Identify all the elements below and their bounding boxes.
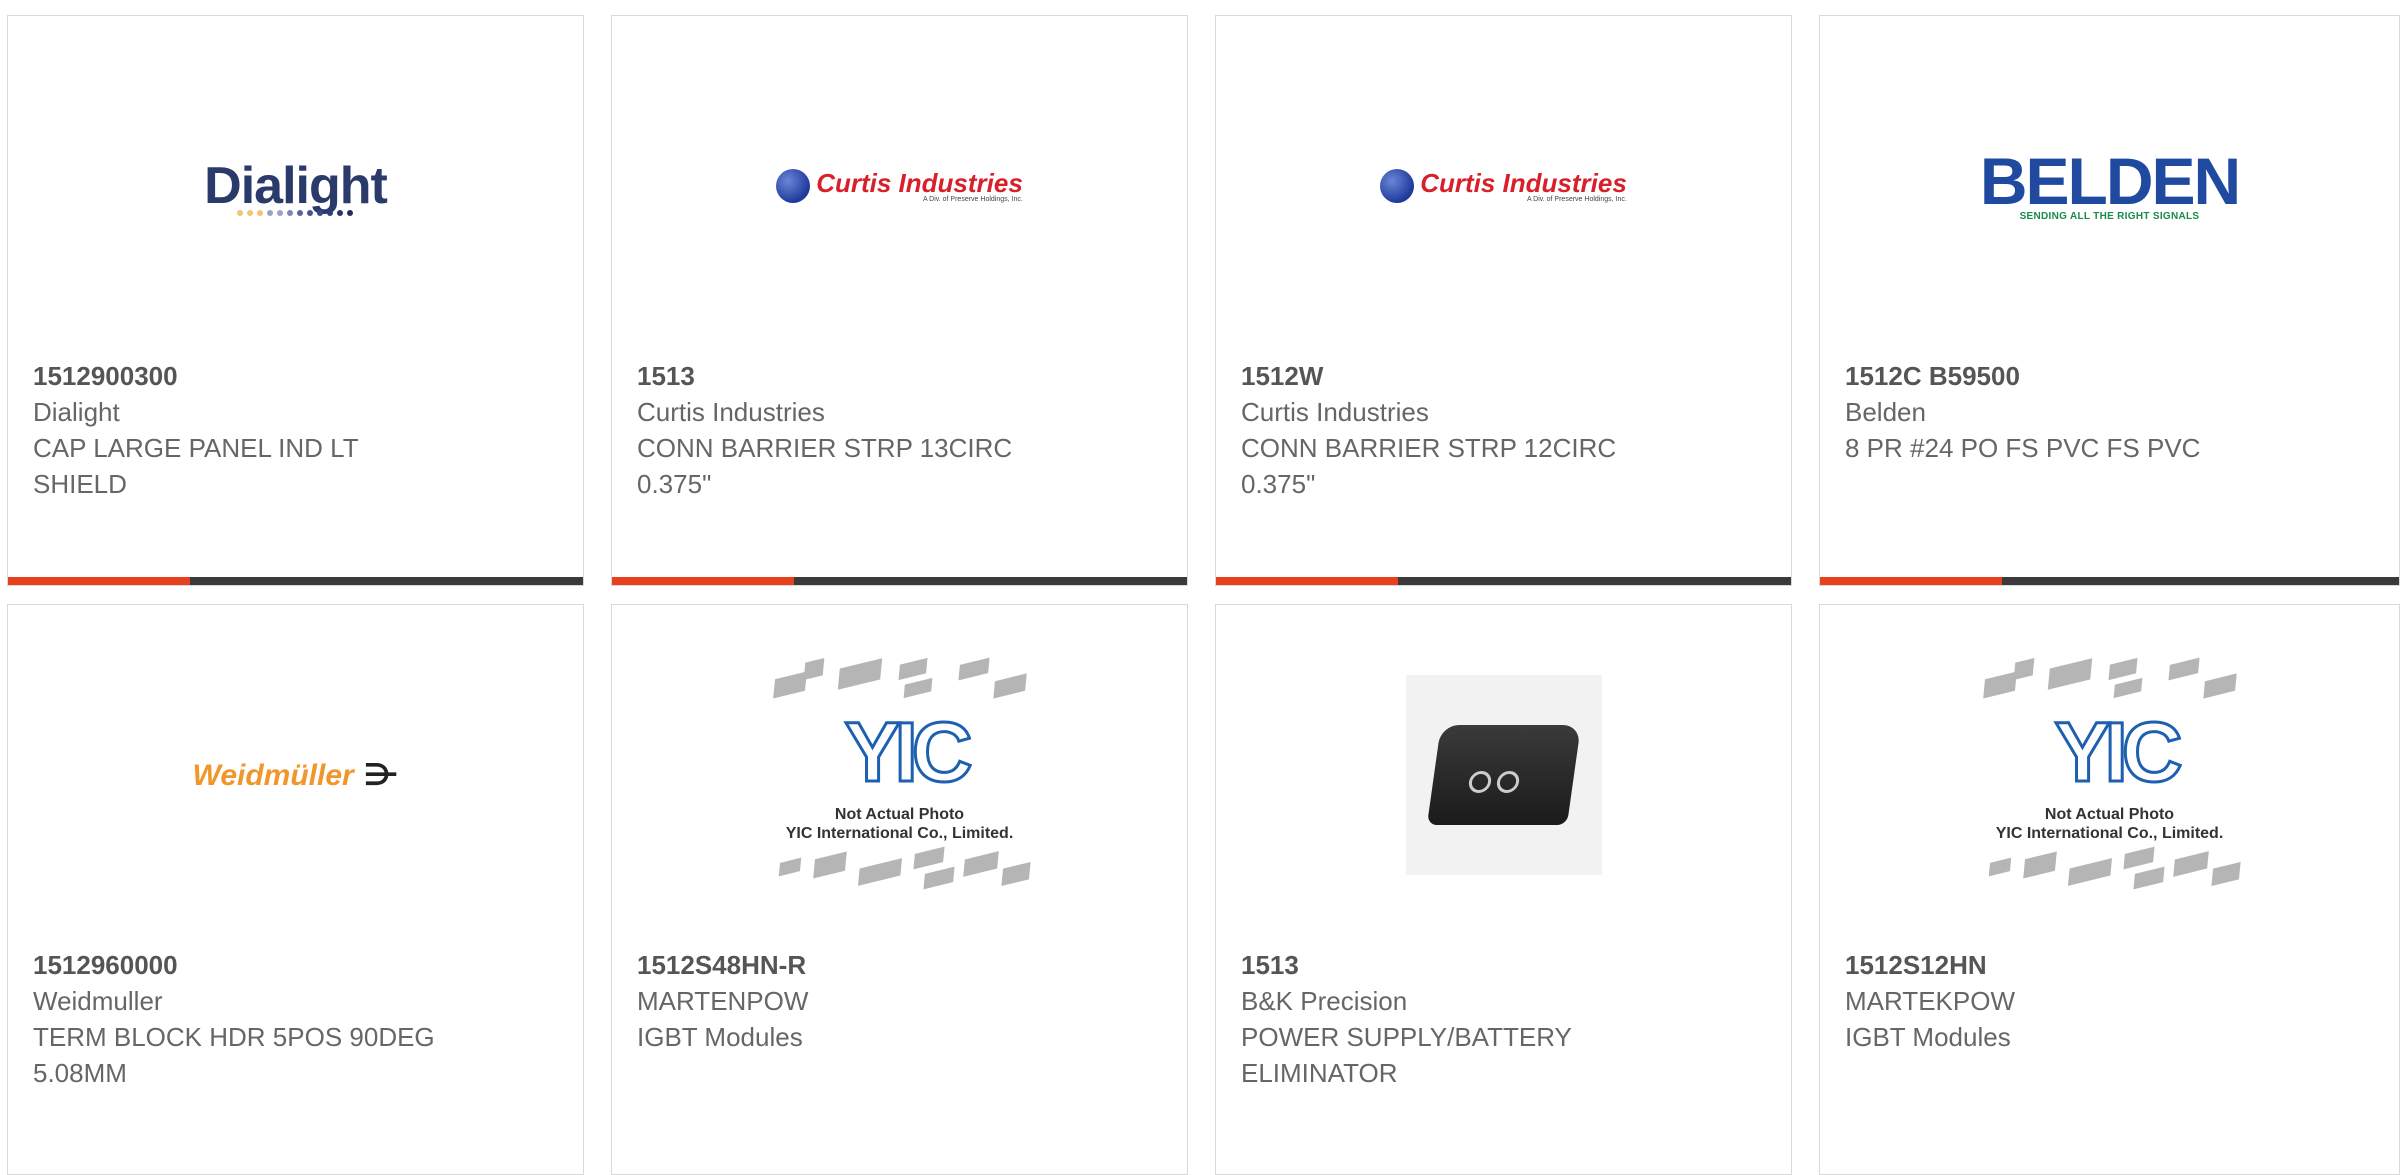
power-supply-photo bbox=[1405, 675, 1602, 875]
yic-placeholder-image: YIC Not Actual Photo YIC International C… bbox=[1975, 655, 2245, 895]
product-grid: Dialight 1512900300 Dialight CAP LARGE P… bbox=[0, 0, 2400, 1175]
description: CAP LARGE PANEL IND LT SHIELD bbox=[33, 433, 359, 499]
part-number[interactable]: 1512900300 bbox=[33, 358, 453, 394]
product-card[interactable]: Curtis Industries A Div. of Preserve Hol… bbox=[611, 15, 1188, 586]
part-number[interactable]: 1512S48HN-R bbox=[637, 947, 1057, 983]
part-number[interactable]: 1512960000 bbox=[33, 947, 453, 983]
manufacturer: Weidmuller bbox=[33, 986, 163, 1016]
weidmuller-mark-icon: ⋺ bbox=[363, 758, 399, 792]
product-image[interactable]: YIC Not Actual Photo YIC International C… bbox=[612, 605, 1187, 945]
manufacturer: Belden bbox=[1845, 397, 1926, 427]
part-number[interactable]: 1512S12HN bbox=[1845, 947, 2265, 983]
belden-logo: BELDEN SENDING ALL THE RIGHT SIGNALS bbox=[1979, 143, 2241, 222]
product-image[interactable]: BELDEN SENDING ALL THE RIGHT SIGNALS bbox=[1820, 16, 2399, 356]
description: IGBT Modules bbox=[1845, 1022, 2011, 1052]
description: POWER SUPPLY/BATTERY ELIMINATOR bbox=[1241, 1022, 1572, 1088]
part-number[interactable]: 1513 bbox=[637, 358, 1057, 394]
weidmuller-logo: Weidmüller ⋺ bbox=[192, 758, 399, 792]
yic-placeholder-image: YIC Not Actual Photo YIC International C… bbox=[765, 655, 1035, 895]
curtis-logo: Curtis Industries A Div. of Preserve Hol… bbox=[1380, 169, 1627, 203]
card-accent-bar bbox=[1216, 577, 1791, 585]
card-accent-bar bbox=[8, 577, 583, 585]
product-card[interactable]: YIC Not Actual Photo YIC International C… bbox=[611, 604, 1188, 1175]
product-card[interactable]: Curtis Industries A Div. of Preserve Hol… bbox=[1215, 15, 1792, 586]
product-image[interactable]: Dialight bbox=[8, 16, 583, 356]
description: TERM BLOCK HDR 5POS 90DEG 5.08MM bbox=[33, 1022, 435, 1088]
description: IGBT Modules bbox=[637, 1022, 803, 1052]
product-image[interactable]: Weidmüller ⋺ bbox=[8, 605, 583, 945]
product-card[interactable]: 1513 B&K Precision POWER SUPPLY/BATTERY … bbox=[1215, 604, 1792, 1175]
product-card[interactable]: YIC Not Actual Photo YIC International C… bbox=[1819, 604, 2400, 1175]
manufacturer: MARTEKPOW bbox=[1845, 986, 2015, 1016]
globe-icon bbox=[1380, 169, 1415, 203]
manufacturer: MARTENPOW bbox=[637, 986, 809, 1016]
manufacturer: B&K Precision bbox=[1241, 986, 1408, 1016]
globe-icon bbox=[776, 169, 811, 203]
part-number[interactable]: 1512W bbox=[1241, 358, 1661, 394]
description: CONN BARRIER STRP 13CIRC 0.375" bbox=[637, 433, 1013, 499]
description: 8 PR #24 PO FS PVC FS PVC bbox=[1845, 433, 2201, 463]
manufacturer: Curtis Industries bbox=[1241, 397, 1429, 427]
part-number[interactable]: 1513 bbox=[1241, 947, 1661, 983]
product-card[interactable]: Dialight 1512900300 Dialight CAP LARGE P… bbox=[7, 15, 584, 586]
card-accent-bar bbox=[1820, 577, 2399, 585]
product-card[interactable]: BELDEN SENDING ALL THE RIGHT SIGNALS 151… bbox=[1819, 15, 2400, 586]
product-image[interactable]: Curtis Industries A Div. of Preserve Hol… bbox=[1216, 16, 1791, 356]
part-number[interactable]: 1512C B59500 bbox=[1845, 358, 2265, 394]
description: CONN BARRIER STRP 12CIRC 0.375" bbox=[1241, 433, 1617, 499]
curtis-logo: Curtis Industries A Div. of Preserve Hol… bbox=[776, 169, 1023, 203]
power-supply-body bbox=[1426, 725, 1581, 825]
product-image[interactable]: YIC Not Actual Photo YIC International C… bbox=[1820, 605, 2399, 945]
product-image[interactable]: Curtis Industries A Div. of Preserve Hol… bbox=[612, 16, 1187, 356]
card-accent-bar bbox=[612, 577, 1187, 585]
manufacturer: Dialight bbox=[33, 397, 120, 427]
product-card[interactable]: Weidmüller ⋺ 1512960000 Weidmuller TERM B… bbox=[7, 604, 584, 1175]
manufacturer: Curtis Industries bbox=[637, 397, 825, 427]
dialight-logo: Dialight bbox=[204, 157, 388, 216]
product-image[interactable] bbox=[1216, 605, 1791, 945]
